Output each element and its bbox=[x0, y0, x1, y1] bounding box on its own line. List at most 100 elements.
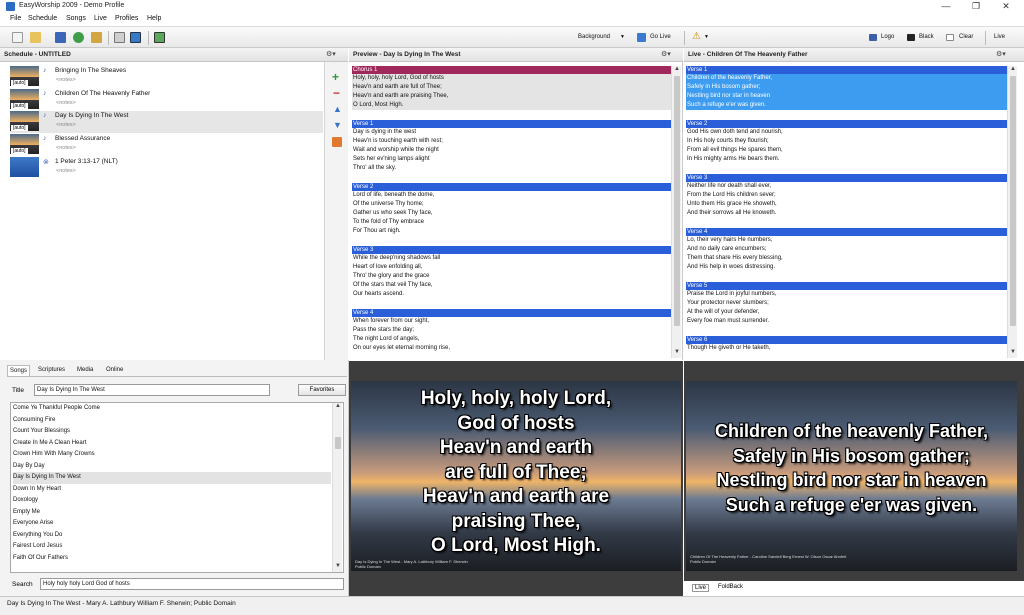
menu-file[interactable]: File bbox=[10, 15, 21, 22]
logo-button[interactable]: Logo bbox=[881, 34, 894, 40]
chevron-down-icon[interactable]: ▼ bbox=[620, 34, 625, 40]
chevron-down-icon[interactable]: ▼ bbox=[704, 34, 709, 40]
tab-live[interactable]: Live bbox=[692, 584, 710, 592]
song-list-item[interactable]: Everyone Arise bbox=[13, 518, 331, 530]
lyric-block[interactable]: Verse 5 Praise the Lord in joyful numbers… bbox=[686, 282, 1007, 326]
preview-lyrics[interactable]: Chorus 1 Holy, holy, holy Lord, God of ho… bbox=[352, 66, 671, 358]
black-button[interactable]: Black bbox=[919, 34, 934, 40]
schedule-item[interactable]: [auto] ♪ Day Is Dying In The West <notes> bbox=[10, 111, 323, 133]
lyric-block[interactable]: Verse 2 God His own doth tend and nourish… bbox=[686, 120, 1007, 164]
song-list-scrollbar[interactable]: ▲ ▼ bbox=[332, 403, 342, 572]
background-dropdown[interactable]: Background bbox=[578, 34, 610, 40]
song-list-item[interactable]: Create In Me A Clean Heart bbox=[13, 438, 331, 450]
window-title: EasyWorship 2009 - Demo Profile bbox=[19, 2, 125, 9]
menu-help[interactable]: Help bbox=[147, 15, 161, 22]
song-list-item[interactable]: Everything You Do bbox=[13, 530, 331, 542]
menu-songs[interactable]: Songs bbox=[66, 15, 86, 22]
scroll-down-icon[interactable]: ▼ bbox=[672, 349, 682, 358]
lyric-block[interactable]: Verse 4 When forever from our sight, Pass … bbox=[352, 309, 671, 353]
song-list-item[interactable]: Come Ye Thankful People Come bbox=[13, 403, 331, 415]
lyric-block[interactable]: Verse 3 While the deep'ning shadows fall H… bbox=[352, 246, 671, 299]
scroll-down-icon[interactable]: ▼ bbox=[1008, 349, 1018, 358]
scroll-up-icon[interactable]: ▲ bbox=[672, 66, 682, 75]
tab-songs[interactable]: Songs bbox=[7, 365, 31, 376]
add-item-icon[interactable]: + bbox=[332, 70, 339, 84]
song-list-item[interactable]: Day Is Dying In The West bbox=[13, 472, 331, 484]
scroll-thumb[interactable] bbox=[674, 76, 680, 326]
favorites-button[interactable]: Favorites bbox=[298, 384, 346, 396]
lyric-block[interactable]: Chorus 1 Holy, holy, holy Lord, God of ho… bbox=[352, 66, 671, 110]
schedule-item[interactable]: ⊗ 1 Peter 3:13-17 (NLT) <notes> bbox=[10, 157, 323, 179]
tab-media[interactable]: Media bbox=[75, 365, 95, 376]
scroll-thumb[interactable] bbox=[335, 437, 341, 449]
schedule-item[interactable]: [auto] ♪ Blessed Assurance <notes> bbox=[10, 134, 323, 156]
minimize-button[interactable]: — bbox=[931, 0, 961, 13]
lyric-block[interactable]: Verse 6 Though He giveth or He taketh, bbox=[686, 336, 1007, 353]
toolbar-separator bbox=[985, 31, 986, 45]
save-icon[interactable] bbox=[55, 32, 66, 43]
notes-icon[interactable] bbox=[332, 137, 342, 147]
preview-slide-text: Holy, holy, holy Lord, God of hosts Heav… bbox=[420, 388, 612, 556]
song-list-item[interactable]: Fairest Lord Jesus bbox=[13, 541, 331, 553]
lyric-block[interactable]: Verse 4 Lo, their very hairs He numbers, A… bbox=[686, 228, 1007, 272]
live-scrollbar[interactable]: ▲ ▼ bbox=[1007, 66, 1017, 358]
gear-icon[interactable]: ⚙▾ bbox=[661, 50, 671, 58]
lyric-block[interactable]: Verse 3 Neither life nor death shall ever… bbox=[686, 174, 1007, 218]
menu-live[interactable]: Live bbox=[94, 15, 107, 22]
song-list-item[interactable]: Doxology bbox=[13, 495, 331, 507]
preview-slide-footer: Day Is Dying In The West - Mary A. Lathb… bbox=[355, 559, 468, 569]
lyric-block[interactable]: Verse 2 Lord of life, beneath the dome, Of… bbox=[352, 183, 671, 236]
song-list-item[interactable]: Empty Me bbox=[13, 507, 331, 519]
go-live-button[interactable]: Go Live bbox=[650, 34, 671, 40]
lyric-line: And no daily care encumbers; bbox=[687, 246, 767, 252]
gear-icon[interactable]: ⚙▾ bbox=[996, 50, 1006, 58]
song-list-item[interactable]: Down In My Heart bbox=[13, 484, 331, 496]
print-icon[interactable] bbox=[114, 32, 125, 43]
lyric-block[interactable]: Verse 1 Children of the heavenly Father, S… bbox=[686, 66, 1007, 110]
schedule-item-name: Day Is Dying In The West bbox=[55, 112, 129, 119]
lyric-block-header: Verse 5 bbox=[686, 282, 1007, 290]
preview-scrollbar[interactable]: ▲ ▼ bbox=[671, 66, 681, 358]
edit-icon[interactable] bbox=[91, 32, 102, 43]
title-field[interactable]: Day Is Dying In The West bbox=[34, 384, 270, 396]
warning-icon[interactable]: ⚠ bbox=[692, 31, 701, 42]
maximize-button[interactable]: ❐ bbox=[961, 0, 991, 13]
clear-button[interactable]: Clear bbox=[959, 34, 973, 40]
song-list-item[interactable]: Crown Him With Many Crowns bbox=[13, 449, 331, 461]
gear-icon[interactable]: ⚙▾ bbox=[326, 50, 336, 58]
song-list-item[interactable]: Consuming Fire bbox=[13, 415, 331, 427]
tab-online[interactable]: Online bbox=[104, 365, 125, 376]
lyric-block-header: Chorus 1 bbox=[352, 66, 671, 74]
scroll-up-icon[interactable]: ▲ bbox=[333, 403, 343, 412]
screen-icon[interactable] bbox=[154, 32, 165, 43]
preview-slide[interactable]: Holy, holy, holy Lord, God of hosts Heav… bbox=[351, 381, 681, 571]
lyric-line: Though He giveth or He taketh, bbox=[687, 345, 771, 351]
lyric-block-header: Verse 4 bbox=[352, 309, 671, 317]
menu-profiles[interactable]: Profiles bbox=[115, 15, 138, 22]
new-icon[interactable] bbox=[12, 32, 23, 43]
live-lyrics[interactable]: Verse 1 Children of the heavenly Father, S… bbox=[686, 66, 1007, 358]
scroll-up-icon[interactable]: ▲ bbox=[1008, 66, 1018, 75]
song-list-item[interactable]: Faith Of Our Fathers bbox=[13, 553, 331, 565]
move-up-icon[interactable]: ▲ bbox=[333, 104, 342, 114]
move-down-icon[interactable]: ▼ bbox=[333, 120, 342, 130]
tab-scriptures[interactable]: Scriptures bbox=[36, 365, 67, 376]
lyric-line: Lo, their very hairs He numbers, bbox=[687, 237, 773, 243]
close-button[interactable]: ✕ bbox=[991, 0, 1021, 13]
scroll-thumb[interactable] bbox=[1010, 76, 1016, 326]
tab-foldback[interactable]: FoldBack bbox=[716, 584, 745, 590]
menu-schedule[interactable]: Schedule bbox=[28, 15, 57, 22]
lyric-block[interactable]: Verse 1 Day is dying in the west Heav'n is… bbox=[352, 120, 671, 173]
search-input[interactable]: Holy holy holy Lord God of hosts bbox=[40, 578, 344, 590]
monitor-icon[interactable] bbox=[130, 32, 141, 43]
schedule-item[interactable]: [auto] ♪ Bringing In The Sheaves <notes> bbox=[10, 66, 323, 88]
scroll-down-icon[interactable]: ▼ bbox=[333, 563, 343, 572]
add-icon[interactable] bbox=[73, 32, 84, 43]
live-slide[interactable]: Children of the heavenly Father, Safely … bbox=[686, 381, 1017, 571]
song-list-item[interactable]: Count Your Blessings bbox=[13, 426, 331, 438]
live-button[interactable]: Live bbox=[994, 34, 1005, 40]
open-folder-icon[interactable] bbox=[30, 32, 41, 43]
schedule-item[interactable]: [auto] ♪ Children Of The Heavenly Father <n… bbox=[10, 89, 323, 111]
remove-item-icon[interactable]: − bbox=[333, 86, 340, 100]
song-list-item[interactable]: Day By Day bbox=[13, 461, 331, 473]
